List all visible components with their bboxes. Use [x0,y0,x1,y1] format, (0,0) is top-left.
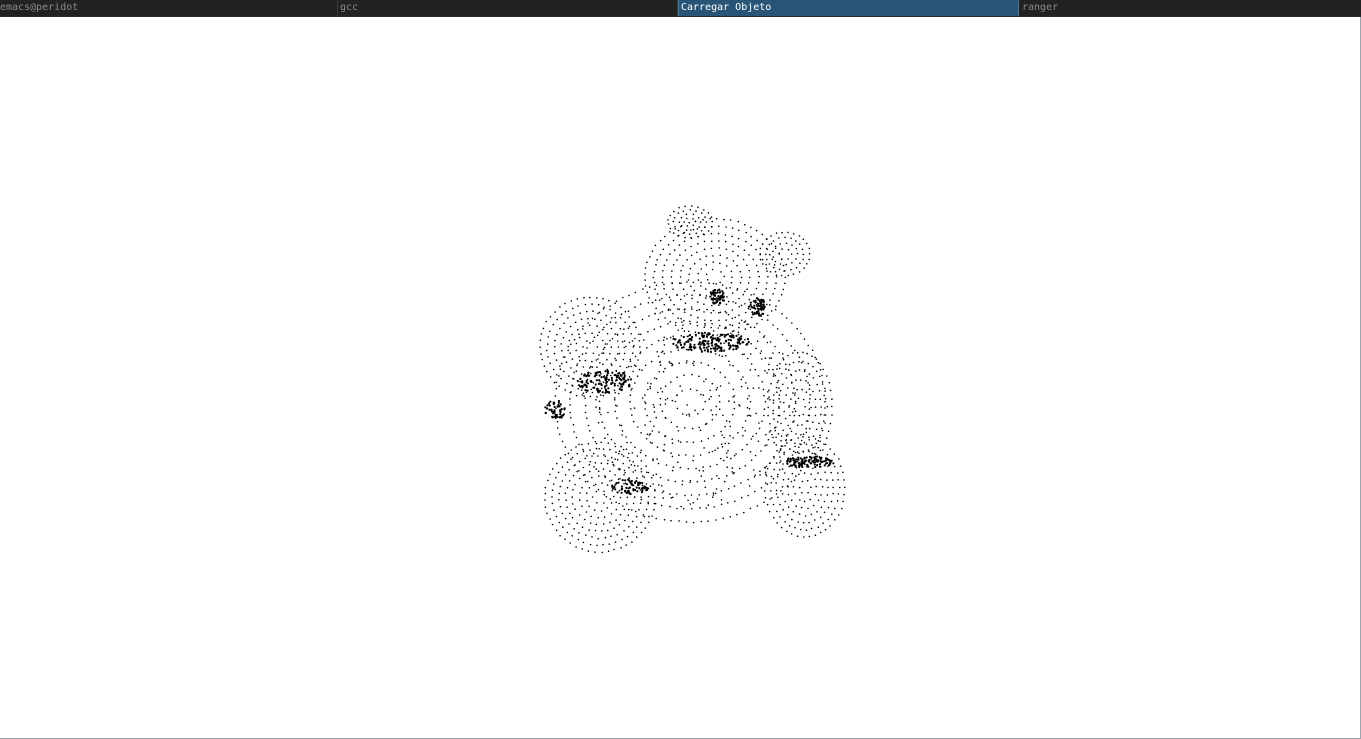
render-viewport[interactable] [0,17,1361,739]
tab-carregar-objeto[interactable]: Carregar Objeto [678,0,1019,16]
tab-emacs[interactable]: emacs@peridot [0,0,338,16]
point-cloud-points [539,205,846,554]
tab-ranger[interactable]: ranger [1019,0,1361,16]
point-cloud-bear [539,205,846,554]
tab-gcc[interactable]: gcc [338,0,678,16]
window-tab-bar: emacs@peridot gcc Carregar Objeto ranger [0,0,1361,17]
window-root: emacs@peridot gcc Carregar Objeto ranger [0,0,1361,739]
